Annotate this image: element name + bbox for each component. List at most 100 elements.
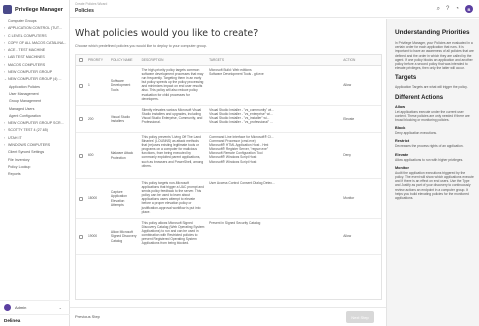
wizard-subtitle: Choose which predefined policies you wou… bbox=[75, 44, 207, 48]
sidebar-footer: Admin ⌄ Delinea bbox=[0, 300, 70, 326]
sidebar-item-label: Group Management bbox=[9, 99, 41, 104]
action-name: Allow bbox=[395, 104, 406, 109]
privilege-manager-logo-icon bbox=[3, 5, 12, 14]
policy-targets: User Access Control Consent Dialog Detec… bbox=[209, 181, 275, 185]
sidebar-item[interactable]: Policy Lookup bbox=[0, 164, 69, 171]
policy-priority: 200 bbox=[87, 116, 94, 121]
policy-action: Elevate bbox=[343, 116, 355, 121]
table-row[interactable]: 200 Visual Studio Installers Silently elev… bbox=[76, 106, 381, 133]
previous-step-button[interactable]: Previous Step bbox=[75, 314, 100, 319]
sidebar-item-label: NEW COMPUTER GROUP SCR... bbox=[8, 121, 64, 126]
sidebar-item[interactable]: › NEW COMPUTER GROUP bbox=[0, 69, 69, 76]
action-name: Restrict bbox=[395, 139, 410, 144]
column-targets[interactable]: Targets bbox=[207, 55, 341, 65]
policy-description: This policy targets non-Microsoft applic… bbox=[141, 181, 204, 214]
sidebar-item-label: UTAH IT bbox=[8, 135, 22, 140]
action-description: Decreases the process rights of an appli… bbox=[395, 144, 464, 149]
policy-action: Deny bbox=[343, 153, 351, 158]
policy-action: Allow bbox=[343, 234, 352, 239]
sidebar-item[interactable]: › C LEVEL COMPUTERS bbox=[0, 33, 69, 40]
table-row[interactable]: 19000 Allow Microsoft Signed Discovery Ca… bbox=[76, 219, 381, 255]
chevron-down-icon: ⌄ bbox=[58, 305, 62, 310]
sidebar-item-label: COPY OF ALL MACOS CATALINA... bbox=[8, 40, 67, 45]
sidebar-item[interactable]: Group Management bbox=[0, 98, 69, 105]
help-title: Understanding Priorities bbox=[395, 29, 470, 36]
column-policy-name[interactable]: Policy Name bbox=[109, 55, 140, 65]
sidebar-item-label: Policy Lookup bbox=[8, 164, 31, 169]
search-icon[interactable]: ⌕ bbox=[437, 5, 440, 13]
table-header: Priority Policy Name Description Targets… bbox=[76, 55, 381, 66]
action-description: Allow applications to run with higher pr… bbox=[395, 157, 464, 162]
sidebar-item[interactable]: › WINDOWS COMPUTERS bbox=[0, 142, 69, 149]
sidebar-item-label: ACE - TEST MACHINE bbox=[8, 48, 46, 53]
row-checkbox[interactable] bbox=[76, 106, 86, 132]
next-step-button[interactable]: Next Step bbox=[346, 311, 374, 323]
row-checkbox[interactable] bbox=[76, 66, 86, 105]
targets-heading: Targets bbox=[395, 75, 417, 82]
table-row[interactable]: 600 Malware Attack Protection This policy … bbox=[76, 133, 381, 179]
policy-name: Visual Studio Installers bbox=[110, 114, 130, 123]
sidebar-item[interactable]: › MACOS COMPUTERS bbox=[0, 62, 69, 69]
sidebar: Privilege Manager Computer Groups › APPLIC… bbox=[0, 0, 70, 326]
sidebar-item[interactable]: › COPY OF ALL MACOS CATALINA... bbox=[0, 40, 69, 47]
action-name: Elevate bbox=[395, 152, 409, 157]
sidebar-item[interactable]: Client Synced Settings bbox=[0, 149, 69, 156]
policy-name: Malware Attack Protection bbox=[110, 151, 134, 160]
row-checkbox[interactable] bbox=[76, 133, 86, 178]
select-all-checkbox[interactable] bbox=[76, 55, 86, 65]
user-menu[interactable]: Admin ⌄ bbox=[0, 300, 70, 314]
help-icon[interactable]: ? bbox=[446, 5, 449, 13]
table-row[interactable]: 1 Software Development Tools The high-prio… bbox=[76, 66, 381, 106]
sidebar-item[interactable]: › LAB TEST MACHINES bbox=[0, 54, 69, 61]
avatar[interactable]: B bbox=[465, 5, 473, 13]
sidebar-item[interactable]: › UTAH IT bbox=[0, 135, 69, 142]
sidebar-item[interactable]: Reports bbox=[0, 171, 69, 178]
sidebar-item-label: Managed Users bbox=[9, 106, 35, 111]
action-description: Let applications execute under the curre… bbox=[395, 109, 470, 123]
column-description[interactable]: Description bbox=[140, 55, 208, 65]
header-actions: ⌕ ? ◔ B bbox=[437, 5, 473, 13]
sidebar-item-label: NEW COMPUTER GROUP bbox=[8, 70, 53, 75]
policy-action: Allow bbox=[343, 83, 352, 88]
sidebar-item[interactable]: › ACE - TEST MACHINE bbox=[0, 47, 69, 54]
sidebar-item-label: C LEVEL COMPUTERS bbox=[8, 33, 47, 38]
policy-priority: 19000 bbox=[87, 234, 98, 239]
policy-targets: Present in Signed Security Catalog bbox=[209, 221, 261, 225]
sidebar-item-label: LAB TEST MACHINES bbox=[8, 55, 45, 60]
column-action[interactable]: Action bbox=[341, 55, 381, 65]
sidebar-item[interactable]: › SCOTTY TEST 4 (27.65) bbox=[0, 127, 69, 134]
policy-targets: Command Line Interface for Microsoft® Cl… bbox=[209, 135, 274, 164]
sidebar-item-label: User Management bbox=[9, 91, 39, 96]
sidebar-item[interactable]: › NEW COMPUTER GROUP SCR... bbox=[0, 120, 69, 127]
action-description: Audit the application executions trigger… bbox=[395, 170, 474, 201]
sidebar-item[interactable]: User Management bbox=[0, 91, 69, 98]
table-row[interactable]: 18000 Capture Application Elevation Attem… bbox=[76, 179, 381, 219]
sidebar-item-label: MACOS COMPUTERS bbox=[8, 62, 46, 67]
row-checkbox[interactable] bbox=[76, 179, 86, 218]
sidebar-item[interactable]: ⌄ NEW COMPUTER GROUP (4) ... bbox=[0, 76, 69, 83]
policy-description: This policy allows Microsoft Signed Disc… bbox=[141, 221, 205, 246]
policy-name: Capture Application Elevation Attempts bbox=[110, 190, 127, 207]
sidebar-item[interactable]: Computer Groups bbox=[0, 18, 69, 25]
column-priority[interactable]: Priority bbox=[86, 55, 109, 65]
user-avatar bbox=[4, 304, 11, 311]
sidebar-item[interactable]: › APPLICATION CONTROL (TUT... bbox=[0, 25, 69, 32]
sidebar-item-label: Client Synced Settings bbox=[8, 150, 45, 155]
sidebar-item[interactable]: Agent Configuration bbox=[0, 113, 69, 120]
sidebar-item[interactable]: Application Policies bbox=[0, 84, 69, 91]
main-content: What policies would you like to create? … bbox=[70, 19, 386, 307]
computer-group-tree: Computer Groups › APPLICATION CONTROL (TUT… bbox=[0, 16, 69, 179]
action-name: Block bbox=[395, 126, 406, 131]
targets-text: Application Targets are what will trigge… bbox=[395, 85, 468, 90]
sidebar-item-label: Computer Groups bbox=[8, 19, 37, 23]
breadcrumb[interactable]: Create Policies Wizard bbox=[75, 2, 107, 6]
policy-action: Monitor bbox=[343, 196, 355, 201]
sidebar-item[interactable]: File Inventory bbox=[0, 157, 69, 164]
row-checkbox[interactable] bbox=[76, 219, 86, 254]
app-logo[interactable]: Privilege Manager bbox=[0, 0, 69, 16]
sidebar-item[interactable]: Managed Users bbox=[0, 106, 69, 113]
help-panel: Understanding Priorities In Privilege Ma… bbox=[386, 19, 479, 326]
policy-targets: Visual Studio Installer - "vs_community"… bbox=[209, 108, 274, 125]
notifications-icon[interactable]: ◔ bbox=[455, 5, 459, 13]
app-title: Privilege Manager bbox=[15, 6, 63, 13]
